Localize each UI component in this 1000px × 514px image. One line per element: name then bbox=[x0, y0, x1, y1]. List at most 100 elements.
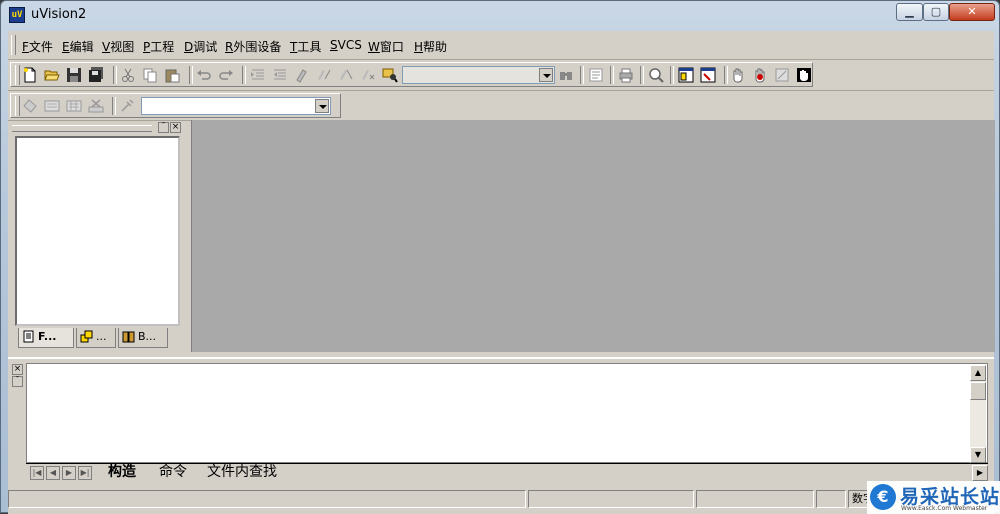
toolbar-separator bbox=[724, 66, 728, 84]
bookmark-next-icon[interactable] bbox=[316, 67, 332, 83]
status-bar: 数字 bbox=[8, 488, 994, 510]
tab-command[interactable]: 命令 bbox=[159, 464, 187, 481]
save-icon[interactable] bbox=[66, 67, 82, 83]
scroll-thumb[interactable] bbox=[970, 382, 986, 400]
panel-grip-lines bbox=[12, 125, 152, 132]
menu-vcs[interactable]: SVCS bbox=[330, 38, 362, 52]
menu-peripherals[interactable]: R外围设备 bbox=[225, 38, 281, 55]
tab-find-in-files[interactable]: 文件内查找 bbox=[207, 464, 277, 481]
next-tab-icon[interactable]: ▶ bbox=[62, 466, 76, 480]
tab-build[interactable]: 构造 bbox=[108, 464, 136, 481]
rebuild-all-icon[interactable] bbox=[66, 98, 82, 114]
undo-icon[interactable] bbox=[196, 67, 212, 83]
redo-icon[interactable] bbox=[218, 67, 234, 83]
translate-icon[interactable] bbox=[22, 98, 38, 114]
status-pane-3 bbox=[816, 490, 846, 508]
menu-file[interactable]: F文件 bbox=[22, 38, 53, 55]
workspace-window-icon[interactable] bbox=[678, 67, 694, 83]
scroll-up-icon[interactable]: ▲ bbox=[970, 365, 986, 381]
options-icon[interactable] bbox=[774, 67, 790, 83]
print-icon[interactable] bbox=[618, 67, 634, 83]
tab-files[interactable]: F... bbox=[18, 328, 74, 348]
title-bar[interactable]: uV uVision2 ▁ ▢ ✕ bbox=[1, 1, 999, 31]
editor-mdi-area[interactable] bbox=[191, 120, 995, 352]
tab-books[interactable]: B... bbox=[118, 328, 168, 348]
output-tab-strip: |◀ ◀ ▶ ▶| 构造 命令 文件内查找 ▶ bbox=[26, 463, 988, 482]
build-toolbar bbox=[8, 91, 994, 121]
first-tab-icon[interactable]: |◀ bbox=[30, 466, 44, 480]
tab-books-label: B... bbox=[138, 330, 157, 343]
scroll-down-icon[interactable]: ▼ bbox=[970, 447, 986, 463]
close-window-button[interactable]: ✕ bbox=[949, 3, 995, 21]
standard-toolbar bbox=[8, 60, 994, 91]
chevron-down-icon[interactable] bbox=[315, 99, 329, 113]
tab-registers[interactable]: ... bbox=[76, 328, 116, 348]
window-title: uVision2 bbox=[31, 7, 87, 22]
books-icon bbox=[122, 331, 135, 343]
unindent-icon[interactable] bbox=[272, 67, 288, 83]
open-folder-icon[interactable] bbox=[44, 67, 60, 83]
toolbar-separator bbox=[670, 66, 674, 84]
toolbar-grip[interactable] bbox=[15, 65, 20, 85]
bookmark-toggle-icon[interactable] bbox=[294, 67, 310, 83]
source-browser-icon[interactable] bbox=[588, 67, 604, 83]
build-toolbar-grip[interactable] bbox=[15, 96, 20, 116]
bookmark-prev-icon[interactable] bbox=[338, 67, 354, 83]
menubar-grip[interactable] bbox=[11, 35, 16, 55]
watermark-logo: € 易采站长站 Www.Easck.Com Webmaster bbox=[867, 481, 1000, 514]
menu-bar: F文件 E编辑 V视图 P工程 D调试 R外围设备 T工具 SVCS W窗口 H… bbox=[8, 31, 994, 60]
maximize-button[interactable]: ▢ bbox=[923, 3, 949, 21]
chevron-down-icon[interactable] bbox=[539, 68, 553, 82]
menu-edit[interactable]: E编辑 bbox=[62, 38, 94, 55]
cut-icon[interactable] bbox=[120, 67, 136, 83]
panel-dock-button[interactable]: ¯ bbox=[158, 122, 169, 133]
output-window: × ¯ ▲ ▼ |◀ ◀ ▶ ▶| 构造 命令 文件内查找 ▶ bbox=[8, 357, 994, 488]
new-file-icon[interactable] bbox=[22, 67, 38, 83]
output-vertical-scrollbar[interactable]: ▲ ▼ bbox=[970, 365, 986, 463]
menu-view[interactable]: V视图 bbox=[102, 38, 134, 55]
binoculars-icon[interactable] bbox=[558, 67, 574, 83]
copy-icon[interactable] bbox=[142, 67, 158, 83]
uvision-app-icon[interactable]: uV bbox=[9, 7, 25, 23]
client-area: F文件 E编辑 V视图 P工程 D调试 R外围设备 T工具 SVCS W窗口 H… bbox=[8, 31, 995, 514]
scroll-right-icon[interactable]: ▶ bbox=[972, 465, 988, 481]
indent-icon[interactable] bbox=[250, 67, 266, 83]
menu-project[interactable]: P工程 bbox=[143, 38, 174, 55]
target-options-icon[interactable] bbox=[119, 98, 135, 114]
tab-files-label: F... bbox=[38, 330, 57, 343]
prev-tab-icon[interactable]: ◀ bbox=[46, 466, 60, 480]
target-select[interactable] bbox=[141, 97, 331, 115]
toolbar-separator bbox=[113, 66, 117, 84]
find-combo[interactable] bbox=[402, 66, 555, 84]
project-tree-view[interactable] bbox=[15, 136, 180, 326]
status-pane-1 bbox=[528, 490, 694, 508]
panel-drag-bar[interactable]: ¯ × bbox=[10, 122, 183, 134]
watermark-emblem-icon: € bbox=[870, 484, 896, 510]
find-in-files-icon[interactable] bbox=[382, 67, 398, 83]
menu-help[interactable]: H帮助 bbox=[414, 38, 447, 55]
main-window: uV uVision2 ▁ ▢ ✕ F文件 E编辑 V视图 P工程 D调试 R外… bbox=[0, 0, 1000, 514]
toolbar-separator bbox=[580, 66, 584, 84]
menu-tools[interactable]: T工具 bbox=[290, 38, 321, 55]
stop-hand-icon[interactable] bbox=[796, 67, 812, 83]
watermark-subtext: Www.Easck.Com Webmaster bbox=[901, 505, 988, 512]
hand-icon[interactable] bbox=[730, 67, 746, 83]
output-dock-button[interactable]: ¯ bbox=[12, 376, 23, 387]
output-text-area[interactable]: ▲ ▼ bbox=[26, 363, 988, 463]
menu-window[interactable]: W窗口 bbox=[368, 38, 404, 55]
zoom-icon[interactable] bbox=[648, 67, 664, 83]
bookmark-clear-icon[interactable] bbox=[360, 67, 376, 83]
output-window-icon[interactable] bbox=[700, 67, 716, 83]
panel-close-button[interactable]: × bbox=[170, 122, 181, 133]
toolbar-separator bbox=[640, 66, 644, 84]
stop-build-icon[interactable] bbox=[88, 98, 104, 114]
last-tab-icon[interactable]: ▶| bbox=[78, 466, 92, 480]
menu-debug[interactable]: D调试 bbox=[184, 38, 217, 55]
paste-icon[interactable] bbox=[164, 67, 180, 83]
hand-red-icon[interactable] bbox=[752, 67, 768, 83]
minimize-button[interactable]: ▁ bbox=[896, 3, 923, 21]
build-target-icon[interactable] bbox=[44, 98, 60, 114]
output-close-button[interactable]: × bbox=[12, 364, 23, 375]
save-all-icon[interactable] bbox=[88, 67, 104, 83]
toolbar-separator bbox=[112, 97, 116, 115]
